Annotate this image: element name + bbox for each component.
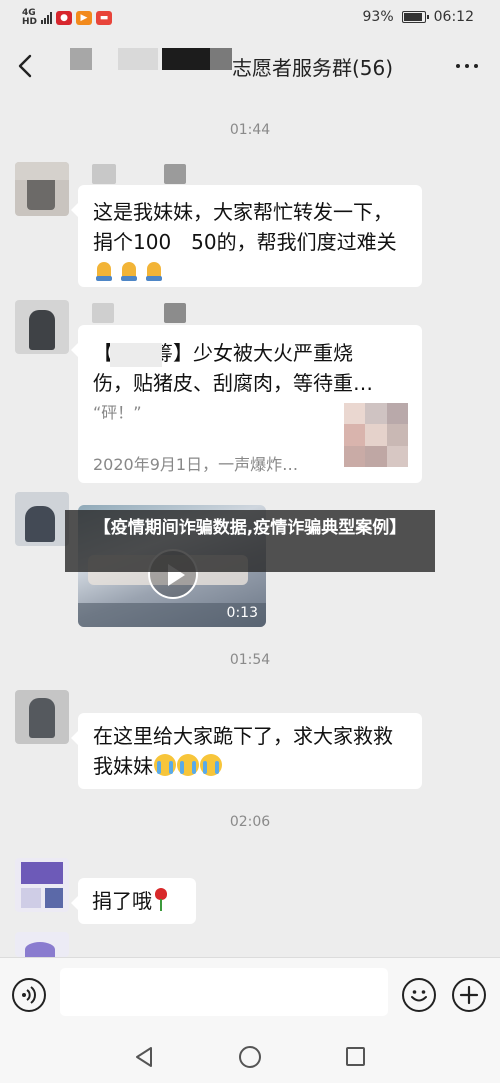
plus-icon[interactable] — [452, 978, 486, 1012]
rose-emoji-icon — [154, 888, 168, 912]
status-bar: 4G HD ● ▶ ▬ 93% 06:12 — [0, 0, 500, 36]
title-mosaic — [210, 48, 232, 70]
sender-mosaic — [164, 164, 186, 184]
message-timestamp: 01:54 — [229, 652, 271, 668]
chat-header: 志愿者服务群(56) — [0, 36, 500, 96]
crying-emoji-icon — [200, 754, 222, 776]
back-icon[interactable] — [14, 52, 38, 80]
system-nav-bar — [0, 1031, 500, 1083]
title-mosaic — [162, 48, 210, 70]
title-mosaic — [118, 48, 158, 70]
message-text: 捐了哦 — [92, 889, 152, 913]
video-duration: 0:13 — [226, 605, 258, 621]
sender-mosaic — [164, 303, 186, 323]
message-text-line: 这是我妹妹，大家帮忙转发一下， — [93, 200, 393, 224]
pray-emoji-icon — [118, 259, 140, 281]
avatar[interactable] — [15, 690, 69, 744]
title-mosaic — [70, 48, 92, 70]
crying-emoji-icon — [154, 754, 176, 776]
more-icon[interactable] — [456, 64, 478, 68]
group-title: 志愿者服务群(56) — [232, 56, 394, 80]
pray-emoji-icon — [93, 259, 115, 281]
shared-link-card[interactable]: 【 筹】少女被大火严重烧 伤，贴猪皮、刮腐肉，等待重… “砰！” 2020年9月… — [71, 325, 422, 483]
video-app-icon: ▶ — [76, 11, 93, 25]
pray-emoji-icon — [143, 259, 165, 281]
nav-home-icon[interactable] — [239, 1046, 261, 1068]
card-thumbnail — [344, 403, 408, 467]
message-input[interactable] — [60, 968, 388, 1016]
message-text-line: 捐个100 50的，帮我们度过难关 — [93, 230, 397, 254]
clock: 06:12 — [433, 9, 474, 25]
message-app-icon: ▬ — [96, 11, 113, 25]
card-source: 2020年9月1日，一声爆炸… — [93, 455, 299, 474]
nav-recent-icon[interactable] — [346, 1047, 365, 1066]
notification-app-icon: ● — [56, 11, 73, 25]
message-bubble[interactable]: 这是我妹妹，大家帮忙转发一下， 捐个100 50的，帮我们度过难关 — [71, 185, 422, 287]
battery-icon — [401, 11, 429, 23]
avatar[interactable] — [15, 162, 69, 216]
emoji-icon[interactable] — [402, 978, 436, 1012]
card-description: “砰！” — [93, 403, 142, 422]
avatar[interactable] — [15, 492, 69, 546]
avatar[interactable] — [15, 858, 69, 912]
avatar[interactable] — [15, 932, 69, 957]
message-timestamp: 01:44 — [229, 122, 271, 138]
nav-back-icon[interactable] — [133, 1045, 155, 1069]
message-timestamp: 02:06 — [229, 814, 271, 830]
voice-icon[interactable] — [12, 978, 46, 1012]
sender-mosaic — [92, 164, 116, 184]
battery-percent: 93% — [362, 9, 394, 25]
message-text-line: 我妹妹 — [93, 754, 153, 778]
sender-mosaic — [92, 303, 114, 323]
message-text-line: 在这里给大家跪下了，求大家救救 — [93, 724, 393, 748]
signal-icon — [41, 12, 53, 24]
message-bubble[interactable]: 在这里给大家跪下了，求大家救救 我妹妹 — [71, 713, 422, 789]
card-title-line: 伤，贴猪皮、刮腐肉，等待重… — [93, 371, 373, 395]
pray-emoji-row — [93, 259, 407, 285]
title-mosaic — [110, 343, 162, 367]
avatar[interactable] — [15, 300, 69, 354]
message-bubble[interactable]: 捐了哦 — [71, 878, 196, 924]
chat-input-bar — [0, 957, 500, 1031]
article-title-overlay: 【疫情期间诈骗数据,疫情诈骗典型案例】 — [65, 510, 435, 572]
crying-emoji-icon — [177, 754, 199, 776]
hd-label: HD — [22, 17, 38, 27]
